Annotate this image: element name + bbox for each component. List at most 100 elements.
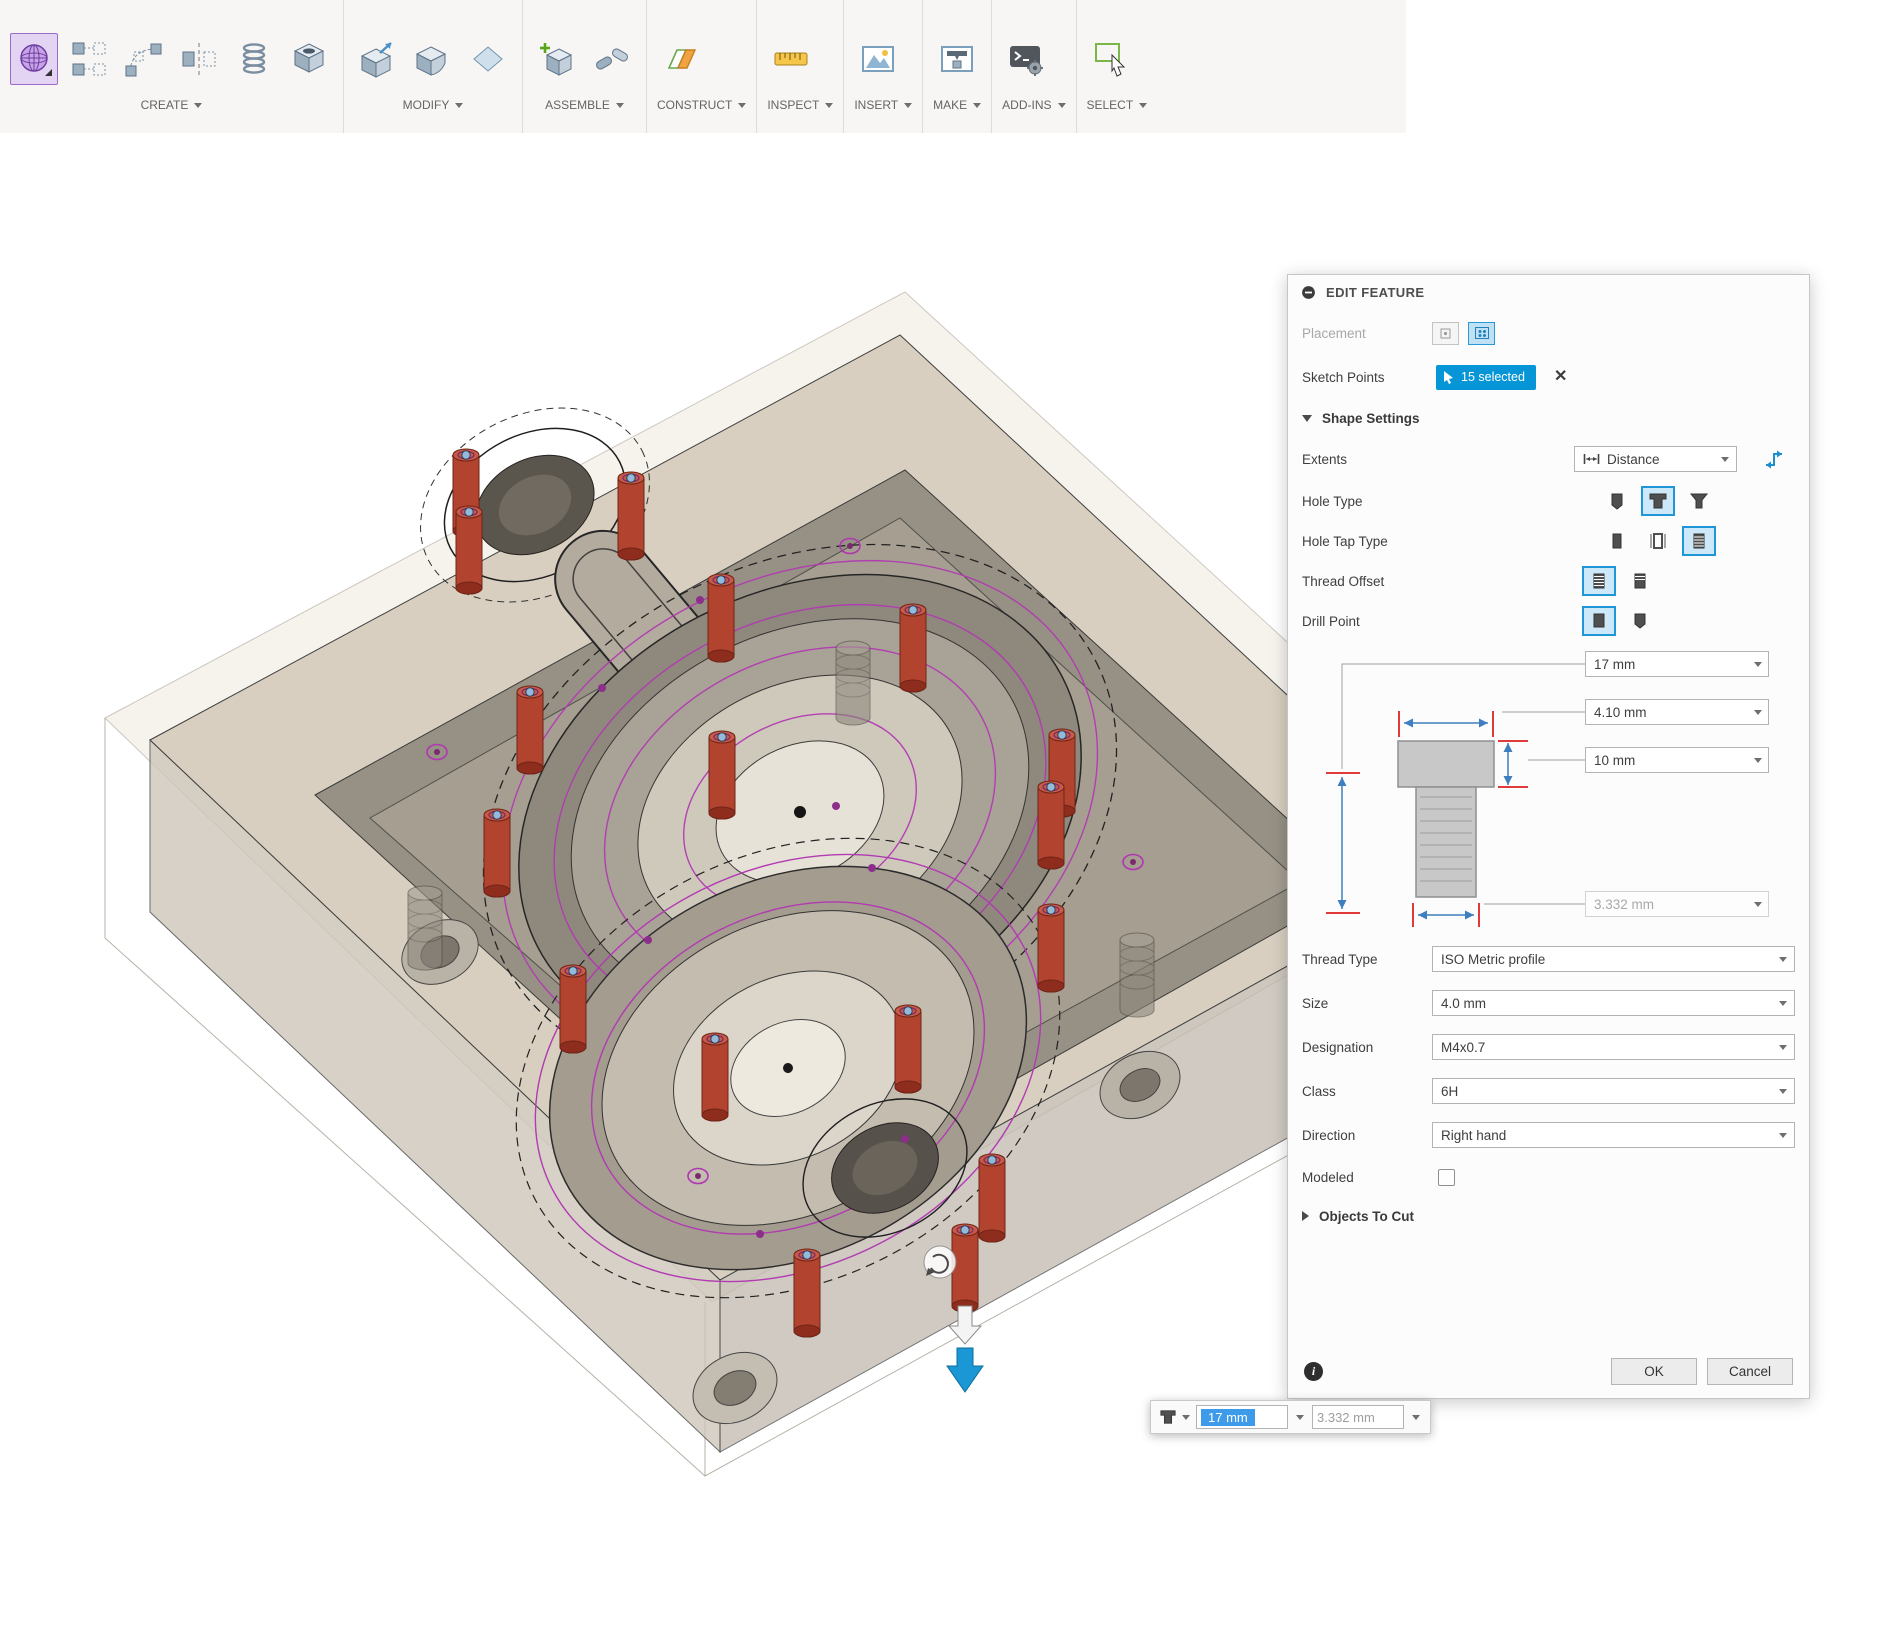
hole-type-row: Hole Type (1302, 481, 1795, 521)
inline-dimension-toolbar: 17 mm 3.332 mm (1150, 1400, 1431, 1434)
insert-image-icon[interactable] (854, 33, 902, 85)
distance-icon (1583, 453, 1600, 465)
toolbar-group-create: CREATE (0, 0, 343, 133)
new-component-icon[interactable] (533, 33, 581, 85)
select-menu[interactable]: SELECT (1087, 98, 1148, 112)
create-menu[interactable]: CREATE (10, 98, 333, 112)
shape-settings-title: Shape Settings (1322, 411, 1420, 426)
sketch-points-row: Sketch Points 15 selected ✕ (1302, 355, 1795, 399)
inline-diameter-input[interactable]: 3.332 mm (1312, 1405, 1404, 1429)
modeled-checkbox[interactable] (1438, 1169, 1455, 1186)
inspect-menu[interactable]: INSPECT (767, 98, 833, 112)
modeled-label: Modeled (1302, 1170, 1432, 1185)
inline-depth-dropdown[interactable] (1294, 1413, 1306, 1422)
direction-dropdown[interactable]: Right hand (1432, 1122, 1795, 1148)
addins-menu[interactable]: ADD-INS (1002, 98, 1065, 112)
class-dropdown[interactable]: 6H (1432, 1078, 1795, 1104)
info-icon[interactable]: i (1304, 1362, 1323, 1381)
sketch-points-selection-button[interactable]: 15 selected (1436, 365, 1536, 390)
chevron-down-icon[interactable] (1754, 662, 1762, 667)
fillet-icon[interactable] (409, 33, 457, 85)
addins-menu-label: ADD-INS (1002, 98, 1051, 112)
hole-profile-schematic (1398, 741, 1494, 897)
chevron-expanded-icon (1302, 415, 1312, 422)
depth-field[interactable]: 17 mm (1585, 651, 1769, 677)
hole-type-simple-button[interactable] (1600, 486, 1634, 516)
chevron-down-icon (1779, 957, 1787, 962)
extents-dropdown[interactable]: Distance (1574, 446, 1737, 472)
hole-tool-icon[interactable] (10, 33, 58, 85)
select-tool-icon[interactable] (1087, 33, 1135, 85)
drill-point-angle-button[interactable] (1623, 606, 1657, 636)
designation-dropdown[interactable]: M4x0.7 (1432, 1034, 1795, 1060)
hole-type-countersink-button[interactable] (1682, 486, 1716, 516)
press-pull-icon[interactable] (354, 33, 402, 85)
inline-diameter-dropdown[interactable] (1410, 1413, 1422, 1422)
measure-icon[interactable] (767, 33, 815, 85)
tap-type-clearance-button[interactable] (1641, 526, 1675, 556)
tap-type-simple-button[interactable] (1600, 526, 1634, 556)
clear-selection-icon[interactable]: ✕ (1554, 369, 1567, 385)
hole-depth-mode-dropdown[interactable] (1159, 1409, 1190, 1425)
dropdown-caret-icon (616, 103, 624, 108)
toolbar-group-construct: CONSTRUCT (646, 0, 756, 133)
scripts-addins-icon[interactable] (1002, 33, 1050, 85)
hole-type-label: Hole Type (1302, 494, 1432, 509)
construct-menu[interactable]: CONSTRUCT (657, 98, 746, 112)
ok-button[interactable]: OK (1611, 1358, 1697, 1385)
flip-direction-button[interactable] (1763, 448, 1787, 470)
chevron-down-icon[interactable] (1754, 758, 1762, 763)
dropdown-caret-icon (973, 103, 981, 108)
size-dropdown[interactable]: 4.0 mm (1432, 990, 1795, 1016)
insert-menu[interactable]: INSERT (854, 98, 912, 112)
placement-multiple-button[interactable] (1468, 322, 1495, 345)
inspect-menu-label: INSPECT (767, 98, 819, 112)
chevron-down-icon (1296, 1415, 1304, 1420)
dialog-header[interactable]: EDIT FEATURE (1288, 275, 1809, 309)
circular-pattern-icon[interactable] (120, 33, 168, 85)
inline-depth-input[interactable]: 17 mm (1196, 1405, 1288, 1429)
extents-value: Distance (1607, 452, 1660, 467)
mirror-icon[interactable] (175, 33, 223, 85)
modify-menu[interactable]: MODIFY (354, 98, 512, 112)
toolbar-group-select: SELECT (1076, 0, 1158, 133)
hole-type-counterbore-button[interactable] (1641, 486, 1675, 516)
shape-settings-section-header[interactable]: Shape Settings (1302, 399, 1795, 437)
dropdown-caret-icon (738, 103, 746, 108)
selection-count: 15 selected (1461, 370, 1525, 384)
insert-menu-label: INSERT (854, 98, 898, 112)
tap-type-tapped-button[interactable] (1682, 526, 1716, 556)
collapse-dialog-icon[interactable] (1301, 285, 1316, 300)
thread-offset-full-button[interactable] (1582, 566, 1616, 596)
assemble-menu[interactable]: ASSEMBLE (533, 98, 636, 112)
fusion-app-window: CREATE MODIFY (0, 0, 1898, 1626)
joint-icon[interactable] (588, 33, 636, 85)
thread-offset-partial-button[interactable] (1623, 566, 1657, 596)
thread-type-dropdown[interactable]: ISO Metric profile (1432, 946, 1795, 972)
toolbar-group-assemble: ASSEMBLE (522, 0, 646, 133)
size-label: Size (1302, 996, 1432, 1011)
drill-point-flat-button[interactable] (1582, 606, 1616, 636)
chevron-down-icon (1779, 1045, 1787, 1050)
chevron-down-icon[interactable] (1754, 710, 1762, 715)
hole-cube-icon[interactable] (285, 33, 333, 85)
rectangular-pattern-icon[interactable] (65, 33, 113, 85)
chamfer-icon[interactable] (464, 33, 512, 85)
counterbore-diameter-field[interactable]: 4.10 mm (1585, 699, 1769, 725)
counterbore-depth-field[interactable]: 10 mm (1585, 747, 1769, 773)
cancel-button[interactable]: Cancel (1707, 1358, 1793, 1385)
chevron-down-icon (1779, 1089, 1787, 1094)
toolbar-group-make: MAKE (922, 0, 991, 133)
thread-offset-label: Thread Offset (1302, 574, 1432, 589)
make-menu[interactable]: MAKE (933, 98, 981, 112)
drill-point-row: Drill Point (1302, 601, 1795, 641)
coil-icon[interactable] (230, 33, 278, 85)
placement-single-button[interactable] (1432, 322, 1459, 345)
modify-menu-label: MODIFY (403, 98, 450, 112)
construction-plane-icon[interactable] (657, 33, 705, 85)
thread-type-label: Thread Type (1302, 952, 1432, 967)
objects-to-cut-section-header[interactable]: Objects To Cut (1302, 1197, 1795, 1235)
make-3d-print-icon[interactable] (933, 33, 981, 85)
counterbore-glyph-icon (1159, 1409, 1177, 1425)
hole-tap-type-label: Hole Tap Type (1302, 534, 1432, 549)
